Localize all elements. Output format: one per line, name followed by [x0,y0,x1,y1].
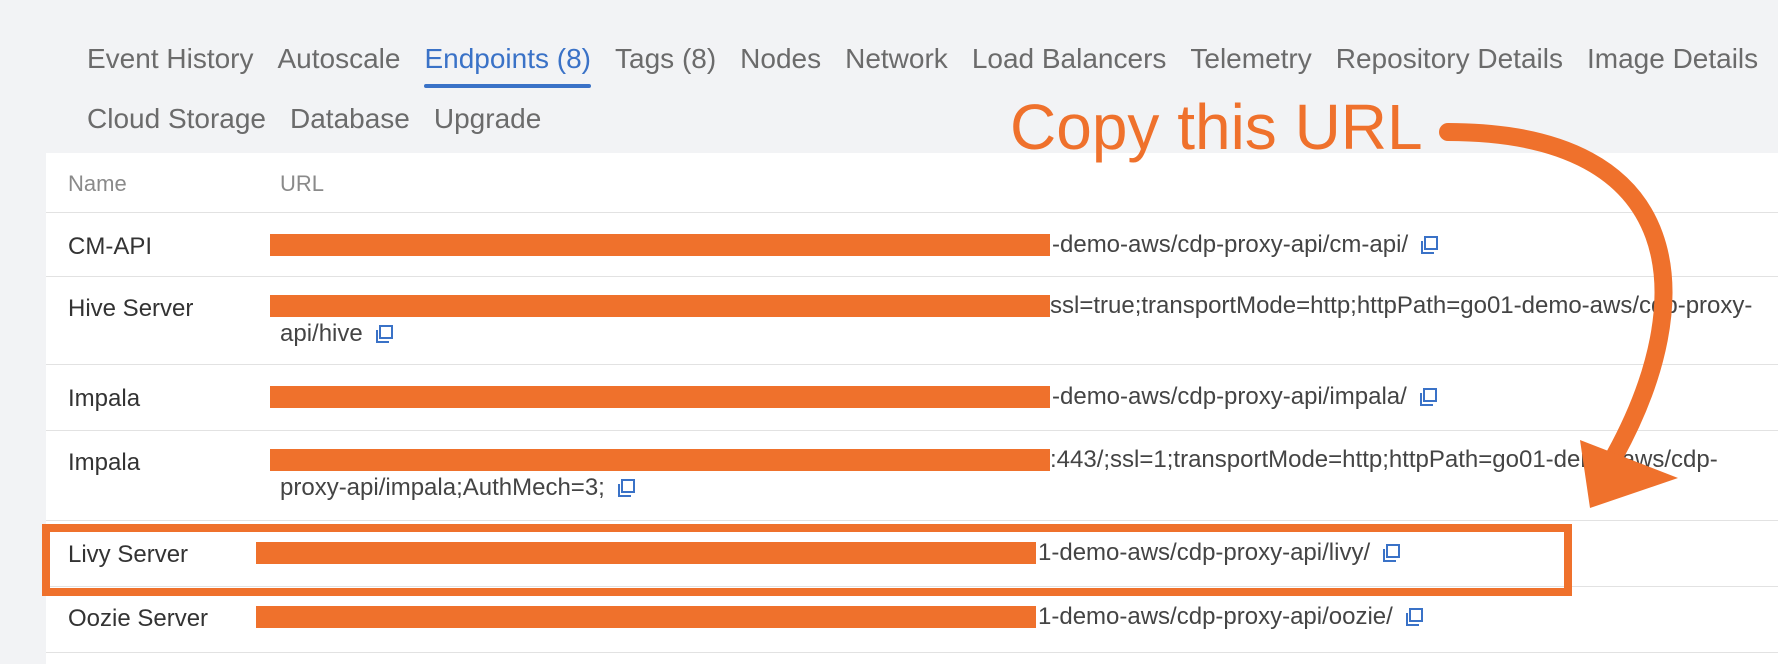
tab-tags[interactable]: Tags (8) [615,34,716,84]
tab-autoscale[interactable]: Autoscale [278,34,401,84]
table-header: Name URL [46,153,1778,213]
table-row: Impala -demo-aws/cdp-proxy-api/impala/ [46,365,1778,431]
endpoint-url-text: proxy-api/impala;AuthMech=3; [280,474,605,501]
copy-clipboard-icon[interactable] [1419,385,1437,406]
redacted-url-part [270,234,1050,256]
redacted-url-part [270,386,1050,408]
endpoint-url-text: 1-demo-aws/cdp-proxy-api/oozie/ [1038,603,1393,630]
endpoint-url: :443/;ssl=1;transportMode=http;httpPath=… [1050,446,1718,474]
endpoint-url: 1-demo-aws/cdp-proxy-api/oozie/ [1038,603,1423,631]
tab-nodes[interactable]: Nodes [740,34,821,84]
table-row: Oozie Server 1-demo-aws/cdp-proxy-api/oo… [46,587,1778,653]
tab-database[interactable]: Database [290,94,410,144]
tab-endpoints[interactable]: Endpoints (8) [424,34,591,88]
endpoint-url-continued: api/hive [280,320,393,348]
tab-bar-row-1: Event History Autoscale Endpoints (8) Ta… [87,34,1778,88]
redacted-url-part [256,606,1036,628]
tab-telemetry[interactable]: Telemetry [1190,34,1311,84]
endpoint-name: CM-API [68,233,152,260]
redacted-url-part [270,449,1050,471]
endpoint-url-continued: proxy-api/impala;AuthMech=3; [280,474,635,502]
column-header-url: URL [280,171,325,196]
callout-text: Copy this URL [1010,91,1423,163]
endpoint-url: -demo-aws/cdp-proxy-api/impala/ [1052,383,1437,411]
table-row: Hive Server ssl=true;transportMode=http;… [46,277,1778,365]
redacted-url-part [270,295,1050,317]
endpoint-name: Impala [68,449,141,476]
tab-bar-row-2: Cloud Storage Database Upgrade [87,94,565,144]
tab-repository-details[interactable]: Repository Details [1336,34,1563,84]
tab-network[interactable]: Network [845,34,948,84]
tab-event-history[interactable]: Event History [87,34,254,84]
endpoint-url: -demo-aws/cdp-proxy-api/cm-api/ [1052,231,1439,259]
tab-load-balancers[interactable]: Load Balancers [972,34,1167,84]
copy-clipboard-icon[interactable] [617,476,635,497]
tab-cloud-storage[interactable]: Cloud Storage [87,94,266,144]
copy-clipboard-icon[interactable] [1420,233,1439,254]
endpoint-url-text: ssl=true;transportMode=http;httpPath=go0… [1050,292,1753,319]
tab-image-details[interactable]: Image Details [1587,34,1758,84]
table-row: Impala :443/;ssl=1;transportMode=http;ht… [46,431,1778,521]
endpoint-url: ssl=true;transportMode=http;httpPath=go0… [1050,292,1752,320]
endpoint-name: Oozie Server [68,605,209,632]
endpoint-url-text: :443/;ssl=1;transportMode=http;httpPath=… [1050,446,1718,473]
endpoint-url-text: -demo-aws/cdp-proxy-api/cm-api/ [1052,231,1409,258]
highlight-box-livy-server [42,524,1572,596]
copy-clipboard-icon[interactable] [1405,605,1423,626]
copy-clipboard-icon[interactable] [375,322,393,343]
endpoint-name: Hive Server [68,295,194,322]
endpoint-url-text: -demo-aws/cdp-proxy-api/impala/ [1052,383,1407,410]
endpoint-name: Impala [68,385,141,412]
tab-upgrade[interactable]: Upgrade [434,94,541,144]
endpoint-url-text: api/hive [280,320,363,347]
table-row: CM-API -demo-aws/cdp-proxy-api/cm-api/ [46,213,1778,277]
column-header-name: Name [68,171,127,196]
